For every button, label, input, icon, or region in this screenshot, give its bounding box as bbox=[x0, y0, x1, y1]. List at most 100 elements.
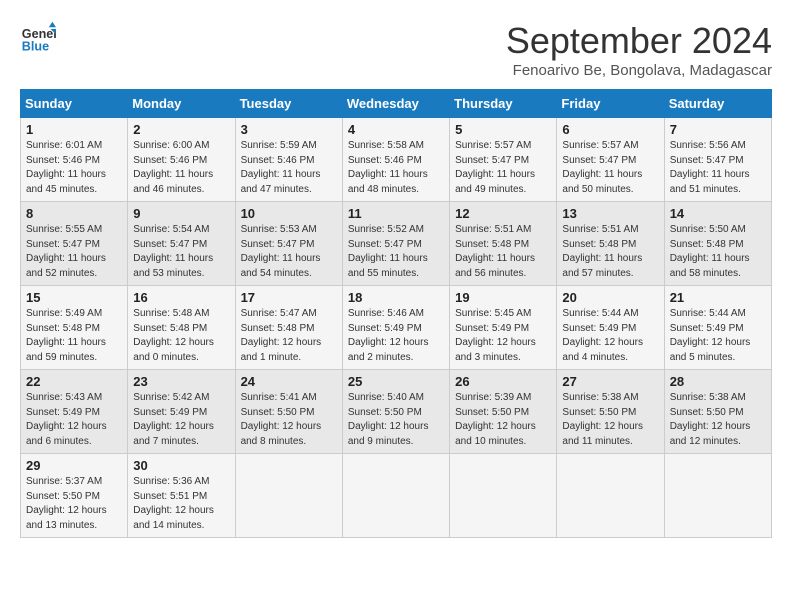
day-info: Sunrise: 5:43 AM Sunset: 5:49 PM Dayligh… bbox=[26, 391, 122, 449]
table-row: 30 Sunrise: 5:36 AM Sunset: 5:51 PM Dayl… bbox=[128, 454, 235, 538]
calendar-week-row: 15 Sunrise: 5:49 AM Sunset: 5:48 PM Dayl… bbox=[21, 286, 772, 370]
day-number: 5 bbox=[455, 122, 551, 137]
table-row: 16 Sunrise: 5:48 AM Sunset: 5:48 PM Dayl… bbox=[128, 286, 235, 370]
calendar-week-row: 29 Sunrise: 5:37 AM Sunset: 5:50 PM Dayl… bbox=[21, 454, 772, 538]
table-row: 1 Sunrise: 6:01 AM Sunset: 5:46 PM Dayli… bbox=[21, 118, 128, 202]
day-info: Sunrise: 5:36 AM Sunset: 5:51 PM Dayligh… bbox=[133, 475, 229, 533]
table-row: 15 Sunrise: 5:49 AM Sunset: 5:48 PM Dayl… bbox=[21, 286, 128, 370]
day-info: Sunrise: 5:54 AM Sunset: 5:47 PM Dayligh… bbox=[133, 223, 229, 281]
table-row: 12 Sunrise: 5:51 AM Sunset: 5:48 PM Dayl… bbox=[450, 202, 557, 286]
day-info: Sunrise: 5:40 AM Sunset: 5:50 PM Dayligh… bbox=[348, 391, 444, 449]
day-info: Sunrise: 5:44 AM Sunset: 5:49 PM Dayligh… bbox=[562, 307, 658, 365]
table-row: 14 Sunrise: 5:50 AM Sunset: 5:48 PM Dayl… bbox=[664, 202, 771, 286]
day-info: Sunrise: 5:52 AM Sunset: 5:47 PM Dayligh… bbox=[348, 223, 444, 281]
calendar-header-row: Sunday Monday Tuesday Wednesday Thursday… bbox=[21, 90, 772, 118]
day-info: Sunrise: 5:39 AM Sunset: 5:50 PM Dayligh… bbox=[455, 391, 551, 449]
table-row: 8 Sunrise: 5:55 AM Sunset: 5:47 PM Dayli… bbox=[21, 202, 128, 286]
table-row: 27 Sunrise: 5:38 AM Sunset: 5:50 PM Dayl… bbox=[557, 370, 664, 454]
day-number: 18 bbox=[348, 290, 444, 305]
table-row: 5 Sunrise: 5:57 AM Sunset: 5:47 PM Dayli… bbox=[450, 118, 557, 202]
col-saturday: Saturday bbox=[664, 90, 771, 118]
day-info: Sunrise: 5:51 AM Sunset: 5:48 PM Dayligh… bbox=[562, 223, 658, 281]
col-friday: Friday bbox=[557, 90, 664, 118]
day-number: 12 bbox=[455, 206, 551, 221]
day-info: Sunrise: 6:00 AM Sunset: 5:46 PM Dayligh… bbox=[133, 139, 229, 197]
day-number: 24 bbox=[241, 374, 337, 389]
day-number: 22 bbox=[26, 374, 122, 389]
day-info: Sunrise: 5:42 AM Sunset: 5:49 PM Dayligh… bbox=[133, 391, 229, 449]
calendar-week-row: 22 Sunrise: 5:43 AM Sunset: 5:49 PM Dayl… bbox=[21, 370, 772, 454]
day-number: 1 bbox=[26, 122, 122, 137]
table-row: 21 Sunrise: 5:44 AM Sunset: 5:49 PM Dayl… bbox=[664, 286, 771, 370]
table-row: 24 Sunrise: 5:41 AM Sunset: 5:50 PM Dayl… bbox=[235, 370, 342, 454]
col-monday: Monday bbox=[128, 90, 235, 118]
col-sunday: Sunday bbox=[21, 90, 128, 118]
table-row: 4 Sunrise: 5:58 AM Sunset: 5:46 PM Dayli… bbox=[342, 118, 449, 202]
day-number: 21 bbox=[670, 290, 766, 305]
day-number: 10 bbox=[241, 206, 337, 221]
col-wednesday: Wednesday bbox=[342, 90, 449, 118]
col-tuesday: Tuesday bbox=[235, 90, 342, 118]
day-number: 20 bbox=[562, 290, 658, 305]
day-number: 30 bbox=[133, 458, 229, 473]
day-number: 16 bbox=[133, 290, 229, 305]
day-number: 25 bbox=[348, 374, 444, 389]
calendar-week-row: 1 Sunrise: 6:01 AM Sunset: 5:46 PM Dayli… bbox=[21, 118, 772, 202]
day-number: 19 bbox=[455, 290, 551, 305]
table-row: 2 Sunrise: 6:00 AM Sunset: 5:46 PM Dayli… bbox=[128, 118, 235, 202]
day-number: 28 bbox=[670, 374, 766, 389]
day-info: Sunrise: 5:56 AM Sunset: 5:47 PM Dayligh… bbox=[670, 139, 766, 197]
svg-text:Blue: Blue bbox=[22, 40, 49, 54]
table-row bbox=[557, 454, 664, 538]
table-row: 19 Sunrise: 5:45 AM Sunset: 5:49 PM Dayl… bbox=[450, 286, 557, 370]
day-number: 15 bbox=[26, 290, 122, 305]
logo: General Blue bbox=[20, 20, 56, 56]
table-row: 25 Sunrise: 5:40 AM Sunset: 5:50 PM Dayl… bbox=[342, 370, 449, 454]
day-number: 11 bbox=[348, 206, 444, 221]
table-row: 11 Sunrise: 5:52 AM Sunset: 5:47 PM Dayl… bbox=[342, 202, 449, 286]
day-info: Sunrise: 5:45 AM Sunset: 5:49 PM Dayligh… bbox=[455, 307, 551, 365]
table-row: 10 Sunrise: 5:53 AM Sunset: 5:47 PM Dayl… bbox=[235, 202, 342, 286]
day-info: Sunrise: 5:38 AM Sunset: 5:50 PM Dayligh… bbox=[562, 391, 658, 449]
day-number: 26 bbox=[455, 374, 551, 389]
day-number: 14 bbox=[670, 206, 766, 221]
day-info: Sunrise: 5:47 AM Sunset: 5:48 PM Dayligh… bbox=[241, 307, 337, 365]
calendar-week-row: 8 Sunrise: 5:55 AM Sunset: 5:47 PM Dayli… bbox=[21, 202, 772, 286]
table-row: 22 Sunrise: 5:43 AM Sunset: 5:49 PM Dayl… bbox=[21, 370, 128, 454]
location-subtitle: Fenoarivo Be, Bongolava, Madagascar bbox=[506, 62, 772, 79]
day-info: Sunrise: 5:57 AM Sunset: 5:47 PM Dayligh… bbox=[455, 139, 551, 197]
day-number: 27 bbox=[562, 374, 658, 389]
page-header: General Blue September 2024 Fenoarivo Be… bbox=[20, 20, 772, 79]
month-title: September 2024 bbox=[506, 20, 772, 62]
day-info: Sunrise: 5:58 AM Sunset: 5:46 PM Dayligh… bbox=[348, 139, 444, 197]
day-info: Sunrise: 5:55 AM Sunset: 5:47 PM Dayligh… bbox=[26, 223, 122, 281]
table-row bbox=[664, 454, 771, 538]
table-row: 26 Sunrise: 5:39 AM Sunset: 5:50 PM Dayl… bbox=[450, 370, 557, 454]
table-row: 28 Sunrise: 5:38 AM Sunset: 5:50 PM Dayl… bbox=[664, 370, 771, 454]
table-row: 13 Sunrise: 5:51 AM Sunset: 5:48 PM Dayl… bbox=[557, 202, 664, 286]
day-info: Sunrise: 6:01 AM Sunset: 5:46 PM Dayligh… bbox=[26, 139, 122, 197]
day-info: Sunrise: 5:57 AM Sunset: 5:47 PM Dayligh… bbox=[562, 139, 658, 197]
table-row bbox=[450, 454, 557, 538]
day-info: Sunrise: 5:50 AM Sunset: 5:48 PM Dayligh… bbox=[670, 223, 766, 281]
table-row: 6 Sunrise: 5:57 AM Sunset: 5:47 PM Dayli… bbox=[557, 118, 664, 202]
day-number: 7 bbox=[670, 122, 766, 137]
day-info: Sunrise: 5:51 AM Sunset: 5:48 PM Dayligh… bbox=[455, 223, 551, 281]
day-number: 2 bbox=[133, 122, 229, 137]
day-number: 8 bbox=[26, 206, 122, 221]
day-info: Sunrise: 5:37 AM Sunset: 5:50 PM Dayligh… bbox=[26, 475, 122, 533]
table-row: 7 Sunrise: 5:56 AM Sunset: 5:47 PM Dayli… bbox=[664, 118, 771, 202]
day-info: Sunrise: 5:41 AM Sunset: 5:50 PM Dayligh… bbox=[241, 391, 337, 449]
table-row bbox=[342, 454, 449, 538]
day-number: 29 bbox=[26, 458, 122, 473]
day-info: Sunrise: 5:44 AM Sunset: 5:49 PM Dayligh… bbox=[670, 307, 766, 365]
table-row: 23 Sunrise: 5:42 AM Sunset: 5:49 PM Dayl… bbox=[128, 370, 235, 454]
day-number: 4 bbox=[348, 122, 444, 137]
day-number: 9 bbox=[133, 206, 229, 221]
day-number: 13 bbox=[562, 206, 658, 221]
day-info: Sunrise: 5:38 AM Sunset: 5:50 PM Dayligh… bbox=[670, 391, 766, 449]
day-number: 17 bbox=[241, 290, 337, 305]
table-row: 17 Sunrise: 5:47 AM Sunset: 5:48 PM Dayl… bbox=[235, 286, 342, 370]
table-row: 18 Sunrise: 5:46 AM Sunset: 5:49 PM Dayl… bbox=[342, 286, 449, 370]
day-number: 6 bbox=[562, 122, 658, 137]
